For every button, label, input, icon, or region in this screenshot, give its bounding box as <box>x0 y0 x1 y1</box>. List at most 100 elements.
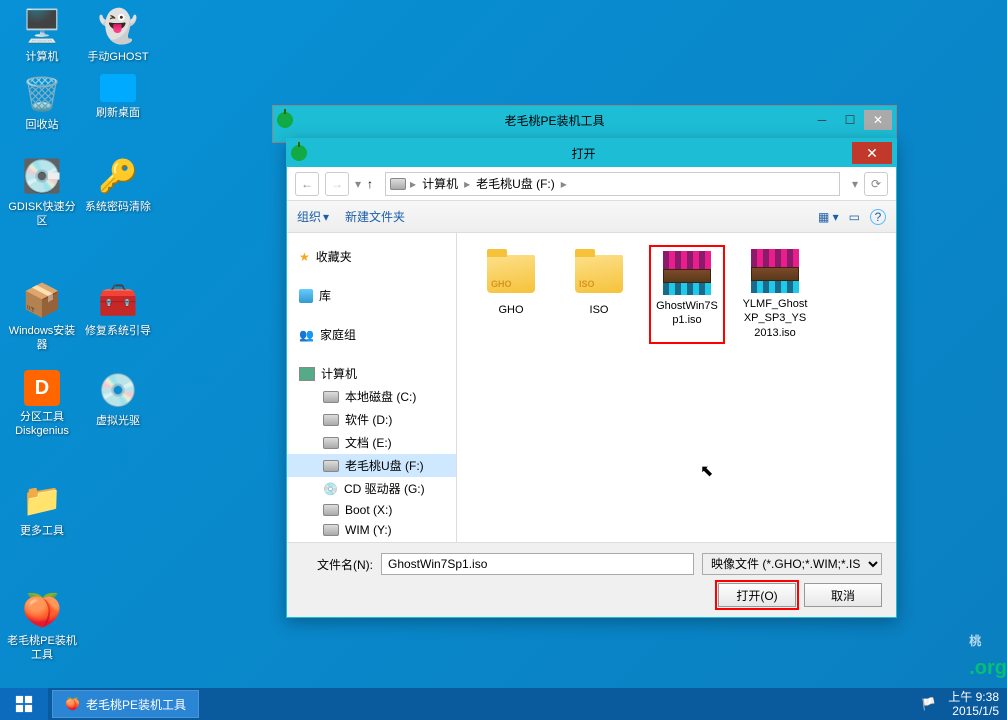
homegroup-icon: 👥 <box>299 328 314 342</box>
recycle-icon: 🗑️ <box>22 74 62 114</box>
drive-icon <box>323 524 339 536</box>
new-folder-button[interactable]: 新建文件夹 <box>345 208 405 225</box>
drive-icon <box>323 414 339 426</box>
cancel-button[interactable]: 取消 <box>804 583 882 607</box>
sidebar-drive-c[interactable]: 本地磁盘 (C:) <box>287 385 456 408</box>
drive-icon <box>390 178 406 190</box>
sidebar-drive-e[interactable]: 文档 (E:) <box>287 431 456 454</box>
peach-icon: 🍑 <box>22 590 62 630</box>
taskbar-item-peloader[interactable]: 🍑 老毛桃PE装机工具 <box>52 690 199 718</box>
back-button[interactable]: ← <box>295 172 319 196</box>
file-item-folder-iso[interactable]: ISO ISO <box>561 245 637 344</box>
maximize-button[interactable]: ☐ <box>836 110 864 130</box>
desktop-icon-bootfix[interactable]: 🧰修复系统引导 <box>82 280 154 338</box>
archive-icon <box>663 251 711 295</box>
file-item-folder-gho[interactable]: GHO GHO <box>473 245 549 344</box>
sidebar-drive-d[interactable]: 软件 (D:) <box>287 408 456 431</box>
preview-pane-button[interactable]: ▭ <box>849 210 860 224</box>
desktop-icon-virtualcd[interactable]: 💿虚拟光驱 <box>82 370 154 428</box>
library-icon <box>299 289 313 303</box>
refresh-icon <box>100 74 136 102</box>
ghost-icon: 👻 <box>98 6 138 46</box>
filter-select[interactable]: 映像文件 (*.GHO;*.WIM;*.ISO <box>702 553 882 575</box>
breadcrumb[interactable]: ▸ 计算机 ▸ 老毛桃U盘 (F:) ▸ <box>385 172 840 196</box>
forward-button[interactable]: → <box>325 172 349 196</box>
desktop-icon-computer[interactable]: 🖥️计算机 <box>6 6 78 64</box>
watermark: 桃 .org <box>969 602 1007 680</box>
drive-icon <box>323 437 339 449</box>
folder-icon: GHO <box>487 255 535 293</box>
desktop-icon-moretools[interactable]: 📁更多工具 <box>6 480 78 538</box>
organize-menu[interactable]: 组织 ▾ <box>297 208 329 225</box>
file-item-ylmf[interactable]: YLMF_GhostXP_SP3_YS2013.iso <box>737 245 813 344</box>
desktop-icon-password[interactable]: 🔑系统密码清除 <box>82 156 154 214</box>
filename-label: 文件名(N): <box>301 556 373 573</box>
desktop-icon-ghost[interactable]: 👻手动GHOST <box>82 6 154 64</box>
help-button[interactable]: ? <box>870 209 886 225</box>
sidebar-drive-y[interactable]: WIM (Y:) <box>287 520 456 540</box>
computer-icon: 🖥️ <box>22 6 62 46</box>
desktop-icon-gdisk[interactable]: 💽GDISK快速分区 <box>6 156 78 229</box>
drive-icon <box>323 504 339 516</box>
taskbar-clock[interactable]: 上午 9:38 2015/1/5 <box>948 690 999 719</box>
toolbar: 组织 ▾ 新建文件夹 ▦ ▾ ▭ ? <box>287 201 896 233</box>
minimize-button[interactable]: ─ <box>808 110 836 130</box>
open-button[interactable]: 打开(O) <box>718 583 796 607</box>
sidebar-drive-g[interactable]: 💿CD 驱动器 (G:) <box>287 477 456 500</box>
start-button[interactable] <box>0 688 48 720</box>
close-button[interactable]: ✕ <box>852 142 892 164</box>
drive-icon <box>323 460 339 472</box>
sidebar-drive-f[interactable]: 老毛桃U盘 (F:) <box>287 454 456 477</box>
sidebar-homegroup[interactable]: 👥家庭组 <box>287 323 456 346</box>
desktop-icon-wininstall[interactable]: 📦Windows安装器 <box>6 280 78 353</box>
star-icon: ★ <box>299 250 310 264</box>
sidebar: ★收藏夹 库 👥家庭组 计算机 本地磁盘 (C:) 软件 (D:) 文档 (E:… <box>287 233 457 542</box>
taskbar: 🍑 老毛桃PE装机工具 🏳️ 上午 9:38 2015/1/5 <box>0 688 1007 720</box>
key-icon: 🔑 <box>98 156 138 196</box>
filename-input[interactable] <box>381 553 694 575</box>
folder-icon: 📁 <box>22 480 62 520</box>
cd-icon: 💿 <box>98 370 138 410</box>
desktop-icon-recycle[interactable]: 🗑️回收站 <box>6 74 78 132</box>
sidebar-favorites[interactable]: ★收藏夹 <box>287 245 456 268</box>
up-button[interactable]: ↑ <box>367 177 373 191</box>
dialog-titlebar[interactable]: 打开 ✕ <box>287 139 896 167</box>
close-button[interactable]: ✕ <box>864 110 892 130</box>
chevron-down-icon[interactable]: ▾ <box>355 177 361 191</box>
refresh-button[interactable]: ⟳ <box>864 172 888 196</box>
sidebar-library[interactable]: 库 <box>287 284 456 307</box>
app-title: 老毛桃PE装机工具 <box>301 112 808 129</box>
peach-icon <box>291 145 307 161</box>
sidebar-computer[interactable]: 计算机 <box>287 362 456 385</box>
dialog-body: ★收藏夹 库 👥家庭组 计算机 本地磁盘 (C:) 软件 (D:) 文档 (E:… <box>287 233 896 542</box>
chevron-down-icon[interactable]: ▾ <box>852 177 858 191</box>
tray-flag-icon[interactable]: 🏳️ <box>921 697 936 711</box>
box-icon: 📦 <box>22 280 62 320</box>
app-titlebar[interactable]: 老毛桃PE装机工具 ─ ☐ ✕ <box>273 106 896 134</box>
peach-icon <box>277 112 293 128</box>
desktop-icon-peloader[interactable]: 🍑老毛桃PE装机工具 <box>6 590 78 663</box>
desktop-icon-diskgenius[interactable]: D分区工具Diskgenius <box>6 370 78 439</box>
crumb-computer[interactable]: 计算机 <box>420 175 460 192</box>
folder-icon: ISO <box>575 255 623 293</box>
computer-icon <box>299 367 315 381</box>
dialog-title: 打开 <box>315 145 852 162</box>
toolbox-icon: 🧰 <box>98 280 138 320</box>
file-list[interactable]: GHO GHO ISO ISO GhostWin7Sp1.iso YLMF_Gh… <box>457 233 896 542</box>
crumb-drive[interactable]: 老毛桃U盘 (F:) <box>474 175 557 192</box>
desktop-icon-refresh[interactable]: 刷新桌面 <box>82 74 154 120</box>
view-button[interactable]: ▦ ▾ <box>818 210 839 224</box>
drive-icon <box>323 391 339 403</box>
peach-icon: 🍑 <box>65 697 80 711</box>
chevron-down-icon: ▾ <box>323 210 329 224</box>
nav-bar: ← → ▾ ↑ ▸ 计算机 ▸ 老毛桃U盘 (F:) ▸ ▾ ⟳ <box>287 167 896 201</box>
file-item-ghostwin7[interactable]: GhostWin7Sp1.iso <box>649 245 725 344</box>
windows-icon <box>15 695 33 713</box>
dialog-footer: 文件名(N): 映像文件 (*.GHO;*.WIM;*.ISO 打开(O) 取消 <box>287 542 896 617</box>
archive-icon <box>751 249 799 293</box>
open-file-dialog: 打开 ✕ ← → ▾ ↑ ▸ 计算机 ▸ 老毛桃U盘 (F:) ▸ ▾ ⟳ 组织… <box>286 138 897 618</box>
sidebar-drive-x[interactable]: Boot (X:) <box>287 500 456 520</box>
cd-icon: 💿 <box>323 482 338 496</box>
diskgenius-icon: D <box>24 370 60 406</box>
disk-icon: 💽 <box>22 156 62 196</box>
